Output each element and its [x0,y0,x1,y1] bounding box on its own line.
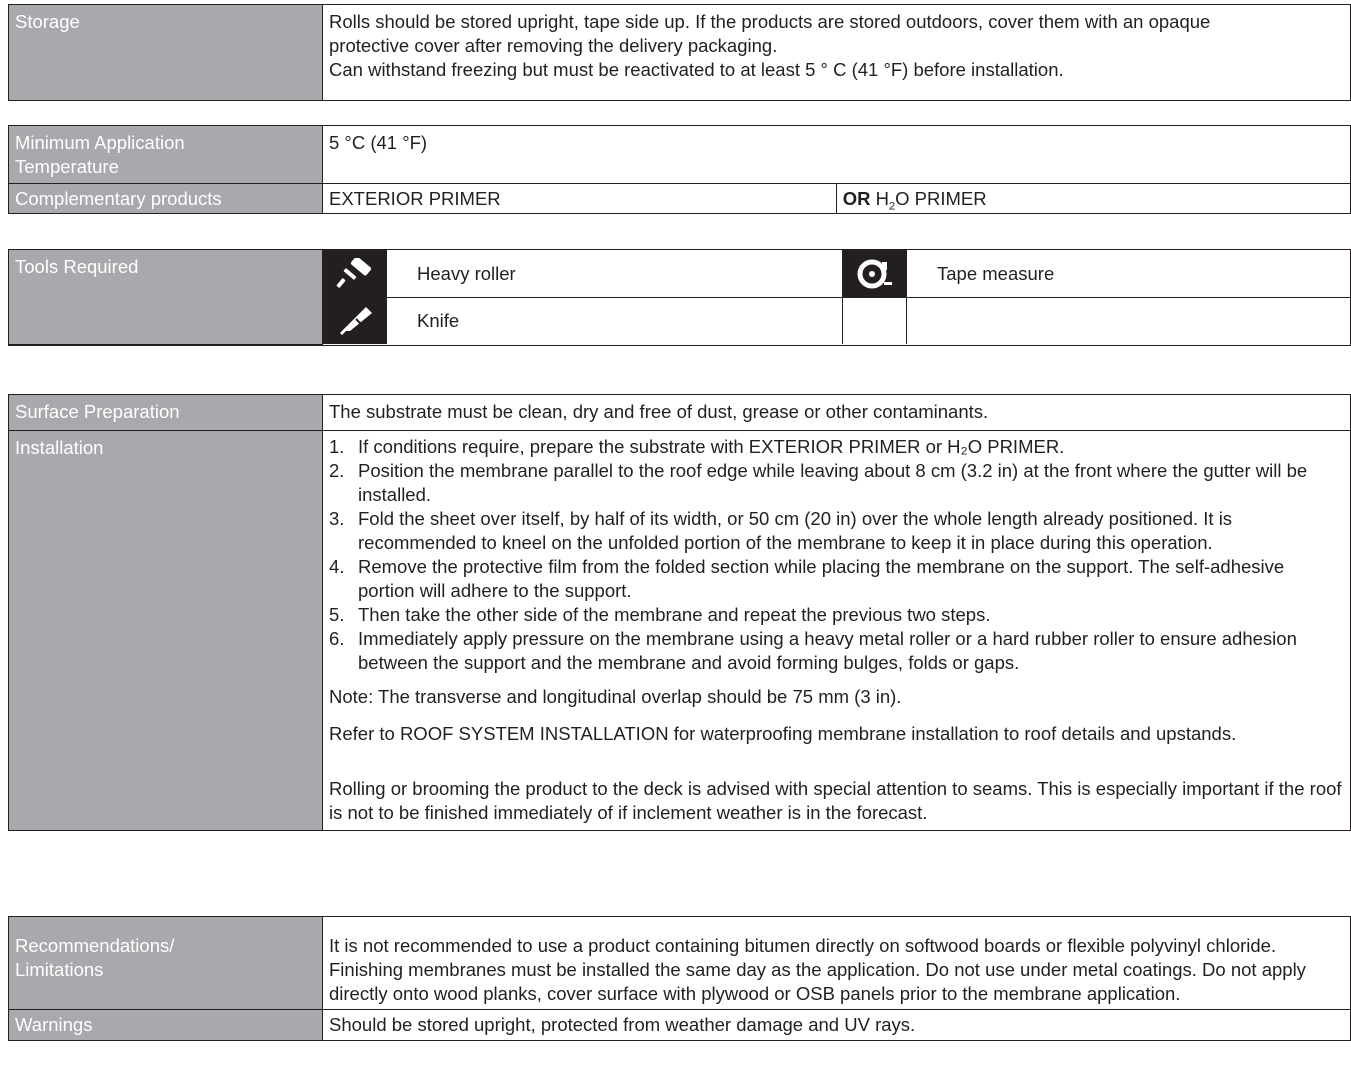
recommendations-block: Recommendations/ Limitations It is not r… [8,916,1351,1041]
step-text: Remove the protective film from the fold… [358,556,1285,601]
tape-measure-icon [857,259,892,288]
tool-name-heavy-roller: Heavy roller [386,250,843,298]
step-text: Position the membrane parallel to the ro… [358,460,1308,505]
paint-roller-icon [336,257,371,288]
warnings-value: Should be stored upright, protected from… [322,1009,1350,1040]
tool-icon-cell-roller [322,250,387,298]
step-number: 1. [329,436,345,457]
step-number: 4. [329,556,345,577]
min-temp-label: Minimum Application Temperature [9,126,323,184]
storage-line-1: Rolls should be stored upright, tape sid… [329,11,1211,32]
tool-icon-cell-tape [842,250,907,298]
step-text: If conditions require, prepare the subst… [358,436,1065,457]
step-number: 2. [329,460,345,481]
installation-rolling: Rolling or brooming the product to the d… [329,778,1342,823]
surface-value: The substrate must be clean, dry and fre… [322,395,1350,431]
recommendations-label: Recommendations/ Limitations [9,917,323,1010]
warnings-label: Warnings [9,1009,323,1040]
installation-step: 4. Remove the protective film from the fo… [329,555,1344,603]
installation-step: 2. Position the membrane parallel to the … [329,459,1344,507]
tools-block: Tools Required Heavy roller Tape measure… [8,249,1351,346]
installation-block: Surface Preparation The substrate must b… [8,394,1351,831]
h2o-suffix: O PRIMER [895,188,987,209]
min-temp-label-line-1: Minimum Application [15,132,185,153]
storage-line-2: protective cover after removing the deli… [329,35,778,56]
recommendations-label-line-2: Limitations [15,959,104,980]
recommendations-label-line-1: Recommendations/ [15,935,175,956]
installation-step: 6. Immediately apply pressure on the memb… [329,627,1344,675]
storage-label: Storage [9,5,323,100]
step-number: 6. [329,628,345,649]
storage-value: Rolls should be stored upright, tape sid… [322,5,1350,100]
min-temp-label-line-2: Temperature [15,156,119,177]
temperature-block: Minimum Application Temperature 5 °C (41… [8,125,1351,214]
h2o-prefix: H [875,188,890,209]
installation-steps: 1. If conditions require, prepare the sub… [329,435,1344,675]
installation-label: Installation [9,430,323,830]
tools-label: Tools Required [9,250,323,345]
tool-name-tape-measure: Tape measure [906,250,1350,298]
installation-step: 5. Then take the other side of the membra… [329,603,1344,627]
tool-icon-cell-knife [322,297,387,344]
step-text: Fold the sheet over itself, by half of i… [358,508,1233,553]
installation-value: 1. If conditions require, prepare the sub… [322,430,1350,830]
step-text: Immediately apply pressure on the membra… [358,628,1297,673]
installation-step: 1. If conditions require, prepare the sub… [329,435,1344,459]
tool-name-empty [906,297,1350,344]
utility-knife-icon [339,307,372,335]
storage-block: Storage Rolls should be stored upright, … [8,4,1351,101]
storage-line-3: Can withstand freezing but must be react… [329,59,1064,80]
step-number: 3. [329,508,345,529]
recommendations-value: It is not recommended to use a product c… [322,917,1350,1010]
complementary-product-1: EXTERIOR PRIMER [322,183,837,213]
tool-name-knife: Knife [386,297,843,344]
step-text: Then take the other side of the membrane… [358,604,991,625]
complementary-label: Complementary products [9,183,323,213]
step-number: 5. [329,604,345,625]
min-temp-value: 5 °C (41 °F) [322,126,1350,184]
installation-note: Note: The transverse and longitudinal ov… [329,686,902,707]
or-word: OR [842,188,871,209]
tool-icon-cell-empty [842,297,907,344]
complementary-product-2: OR H2O PRIMER [835,183,1350,213]
installation-refer: Refer to ROOF SYSTEM INSTALLATION for wa… [329,723,1237,744]
surface-label: Surface Preparation [9,395,323,431]
installation-step: 3. Fold the sheet over itself, by half of… [329,507,1344,555]
